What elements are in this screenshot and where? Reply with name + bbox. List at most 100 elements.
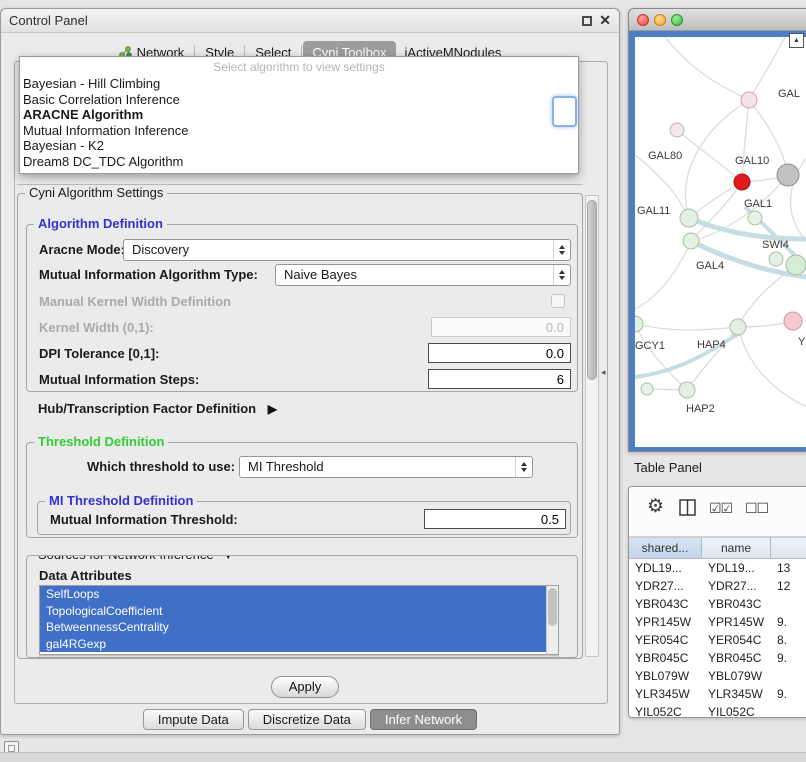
cell: YBL079W bbox=[702, 667, 771, 685]
hub-definition-toggle[interactable]: Hub/Transcription Factor Definition ▶ bbox=[38, 401, 277, 416]
table-row[interactable]: YLR345WYLR345W9. bbox=[629, 685, 806, 703]
scrollbar-thumb[interactable] bbox=[548, 588, 557, 626]
columns-icon[interactable] bbox=[679, 499, 696, 516]
cell: 12 bbox=[771, 577, 806, 595]
dropdown-item[interactable]: Basic Correlation Inference bbox=[20, 92, 578, 108]
node-gcy1[interactable] bbox=[635, 316, 643, 332]
list-vertical-scrollbar[interactable] bbox=[546, 586, 558, 654]
node-swi4[interactable] bbox=[769, 252, 783, 266]
float-window-icon[interactable] bbox=[582, 16, 592, 26]
cell: YBL079W bbox=[629, 667, 702, 685]
cell: YBR043C bbox=[629, 595, 702, 613]
group-title: Cyni Algorithm Settings bbox=[25, 185, 167, 200]
mi-type-select[interactable]: Naive Bayes bbox=[275, 264, 571, 286]
mac-zoom-button[interactable] bbox=[671, 14, 683, 26]
node-pink-right[interactable] bbox=[784, 312, 802, 330]
splitter-collapse-icon[interactable]: ◂ bbox=[601, 367, 606, 378]
tab-infer-network[interactable]: Infer Network bbox=[370, 709, 477, 730]
table-row[interactable]: YBL079WYBL079W bbox=[629, 667, 806, 685]
settings-scrollbar[interactable] bbox=[585, 195, 599, 657]
control-panel-titlebar: Control Panel ✕ bbox=[1, 9, 619, 33]
mi-steps-input[interactable] bbox=[428, 369, 571, 389]
list-horizontal-scrollbar[interactable] bbox=[39, 655, 559, 658]
close-icon[interactable]: ✕ bbox=[599, 12, 611, 29]
dropdown-item[interactable]: Mutual Information Inference bbox=[20, 123, 578, 139]
which-threshold-select[interactable]: MI Threshold bbox=[239, 456, 533, 478]
column-header-shared-name[interactable]: shared... bbox=[629, 537, 702, 559]
select-all-icon[interactable]: ☑☑ bbox=[709, 500, 732, 517]
column-header-name[interactable]: name bbox=[702, 537, 771, 559]
focused-control-fragment[interactable] bbox=[552, 96, 577, 127]
cell: YLR345W bbox=[702, 685, 771, 703]
node-label: GAL4 bbox=[696, 260, 724, 272]
group-title: Threshold Definition bbox=[34, 434, 168, 449]
node-red-gal10[interactable] bbox=[734, 174, 750, 190]
cell bbox=[771, 703, 806, 717]
combo-arrows-icon bbox=[553, 240, 570, 260]
node-small[interactable] bbox=[641, 383, 653, 395]
hub-definition-label: Hub/Transcription Factor Definition bbox=[38, 401, 256, 416]
list-item[interactable]: TopologicalCoefficient bbox=[40, 603, 558, 620]
dropdown-item[interactable]: Bayesian - K2 bbox=[20, 138, 578, 154]
dropdown-item[interactable]: Dream8 DC_TDC Algorithm bbox=[20, 154, 578, 170]
group-title: Algorithm Definition bbox=[34, 216, 167, 231]
mi-threshold-input[interactable] bbox=[424, 509, 566, 529]
manual-kernel-label: Manual Kernel Width Definition bbox=[39, 294, 231, 309]
apply-button[interactable]: Apply bbox=[271, 676, 339, 698]
mac-close-button[interactable] bbox=[637, 14, 649, 26]
combo-arrows-icon bbox=[553, 265, 570, 285]
table-row[interactable]: YDL19...YDL19...13 bbox=[629, 559, 806, 577]
table-body: YDL19...YDL19...13 YDR27...YDR27...12 YB… bbox=[629, 559, 806, 717]
sources-group: Sources for Network Inference ▼ Data Att… bbox=[26, 555, 578, 658]
node-gray-large[interactable] bbox=[777, 164, 799, 186]
node-label: GAL1 bbox=[744, 198, 772, 210]
cell: YPR145W bbox=[702, 613, 771, 631]
cell: 8. bbox=[771, 631, 806, 649]
node-gal11[interactable] bbox=[680, 209, 698, 227]
dpi-tolerance-input[interactable] bbox=[428, 343, 571, 363]
node-pink[interactable] bbox=[741, 92, 757, 108]
node-pale[interactable] bbox=[670, 123, 684, 137]
mi-type-label: Mutual Information Algorithm Type: bbox=[39, 267, 258, 282]
selected-value: MI Threshold bbox=[240, 457, 515, 477]
scroll-up-icon[interactable]: ▲ bbox=[789, 33, 804, 48]
list-item[interactable]: BetweennessCentrality bbox=[40, 619, 558, 636]
column-header-partial[interactable] bbox=[771, 537, 806, 559]
dropdown-item[interactable]: Bayesian - Hill Climbing bbox=[20, 76, 578, 92]
node-label: GAL10 bbox=[735, 155, 769, 167]
table-row[interactable]: YPR145WYPR145W9. bbox=[629, 613, 806, 631]
threshold-definition-group: Threshold Definition Which threshold to … bbox=[26, 442, 578, 538]
mac-minimize-button[interactable] bbox=[654, 14, 666, 26]
manual-kernel-checkbox[interactable] bbox=[551, 294, 565, 308]
algorithm-definition-group: Algorithm Definition Aracne Mode: Discov… bbox=[26, 224, 578, 392]
table-row[interactable]: YDR27...YDR27...12 bbox=[629, 577, 806, 595]
network-canvas[interactable]: GAL80 GAL10 GAL11 GAL1 SWI4 GAL4 GCY1 HA… bbox=[635, 37, 806, 447]
node-label: Y bbox=[798, 336, 806, 348]
dropdown-item-selected[interactable]: ARACNE Algorithm bbox=[20, 107, 578, 123]
table-row[interactable]: YER054CYER054C8. bbox=[629, 631, 806, 649]
deselect-all-icon[interactable]: ☐☐ bbox=[745, 500, 768, 517]
scrollbar-thumb[interactable] bbox=[587, 200, 597, 380]
tab-discretize-data[interactable]: Discretize Data bbox=[248, 709, 366, 730]
node-hap4[interactable] bbox=[730, 319, 746, 335]
table-row[interactable]: YBR043CYBR043C bbox=[629, 595, 806, 613]
node-gal1[interactable] bbox=[748, 211, 762, 225]
kernel-width-input[interactable] bbox=[431, 317, 571, 337]
data-attributes-label: Data Attributes bbox=[39, 568, 132, 583]
expanded-arrow-icon[interactable]: ▼ bbox=[222, 555, 234, 562]
table-row[interactable]: YBR045CYBR045C9. bbox=[629, 649, 806, 667]
tab-impute-data[interactable]: Impute Data bbox=[143, 709, 244, 730]
list-item[interactable]: SelfLoops bbox=[40, 586, 558, 603]
cell: YBR045C bbox=[702, 649, 771, 667]
aracne-mode-select[interactable]: Discovery bbox=[123, 239, 571, 261]
sources-title-text: Sources for Network Inference bbox=[38, 555, 214, 562]
node-gal4[interactable] bbox=[683, 233, 699, 249]
mi-steps-label: Mutual Information Steps: bbox=[39, 372, 199, 387]
node-hap2[interactable] bbox=[679, 382, 695, 398]
node-label: HAP4 bbox=[697, 339, 726, 351]
list-item[interactable]: gal4RGexp bbox=[40, 636, 558, 653]
table-row[interactable]: YIL052CYIL052C bbox=[629, 703, 806, 717]
gear-icon[interactable]: ⚙ bbox=[647, 495, 664, 518]
kernel-width-label: Kernel Width (0,1): bbox=[39, 320, 154, 335]
node-green-right[interactable] bbox=[786, 255, 806, 275]
